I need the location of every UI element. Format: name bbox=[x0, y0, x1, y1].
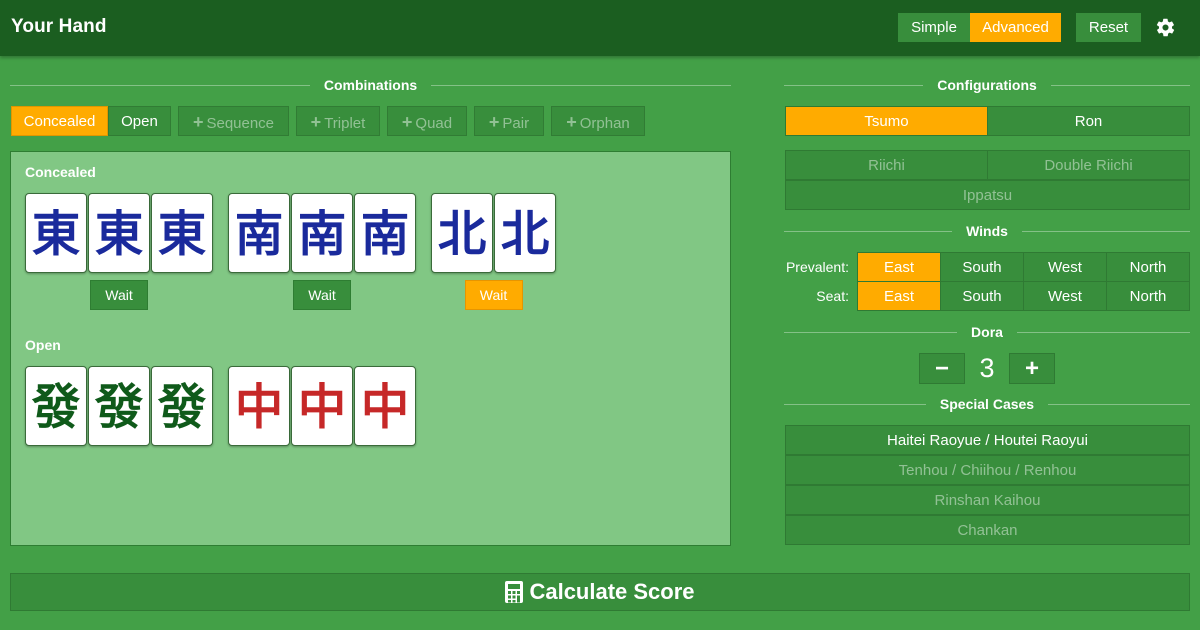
haitei-raoyue-button[interactable]: Haitei Raoyue / Houtei Raoyui bbox=[785, 425, 1190, 455]
tile-east[interactable]: 東 bbox=[151, 193, 213, 273]
add-pair-label: Pair bbox=[502, 115, 530, 132]
dora-heading-text: Dora bbox=[971, 324, 1003, 340]
tile-glyph: 發 bbox=[157, 379, 207, 435]
tile-red-dragon[interactable]: 中 bbox=[354, 366, 416, 446]
tile-east[interactable]: 東 bbox=[88, 193, 150, 273]
seat-south-button[interactable]: South bbox=[940, 281, 1024, 311]
tile-red-dragon[interactable]: 中 bbox=[228, 366, 290, 446]
seat-east-button[interactable]: East bbox=[857, 281, 941, 311]
riichi-button[interactable]: Riichi bbox=[785, 150, 988, 180]
concealed-section-label: Concealed bbox=[25, 164, 96, 180]
tile-glyph: 發 bbox=[94, 379, 144, 435]
wait-button[interactable]: Wait bbox=[464, 280, 523, 310]
special-cases-heading: Special Cases bbox=[784, 394, 1191, 414]
add-sequence-button[interactable]: + Sequence bbox=[178, 106, 289, 136]
hand-panel: Concealed Open 東東東 Wait 南南南 Wait 北北 Wait 發發發中中… bbox=[10, 151, 731, 546]
gear-icon[interactable] bbox=[1155, 17, 1176, 38]
tile-green-dragon[interactable]: 發 bbox=[151, 366, 213, 446]
tile-glyph: 北 bbox=[501, 206, 549, 262]
winds-heading: Winds bbox=[784, 221, 1190, 241]
winds-heading-text: Winds bbox=[966, 223, 1008, 239]
prevalent-east-button[interactable]: East bbox=[857, 252, 941, 282]
seat-west-button[interactable]: West bbox=[1023, 281, 1107, 311]
calculate-score-button[interactable]: Calculate Score bbox=[10, 573, 1190, 611]
ron-button[interactable]: Ron bbox=[987, 106, 1190, 136]
dora-count: 3 bbox=[979, 353, 995, 383]
rinshan-kaihou-button[interactable]: Rinshan Kaihou bbox=[785, 485, 1190, 515]
calculator-icon bbox=[505, 581, 524, 603]
concealed-toggle[interactable]: Concealed bbox=[11, 106, 108, 136]
combinations-heading: Combinations bbox=[10, 75, 731, 95]
tile-glyph: 東 bbox=[158, 206, 206, 262]
dora-increment-button[interactable]: + bbox=[1009, 353, 1055, 384]
tile-glyph: 中 bbox=[361, 379, 409, 435]
add-quad-label: Quad bbox=[415, 115, 453, 132]
configurations-heading-text: Configurations bbox=[937, 77, 1037, 93]
add-sequence-label: Sequence bbox=[206, 115, 275, 132]
plus-icon: + bbox=[310, 112, 322, 132]
prevalent-wind-label: Prevalent: bbox=[785, 259, 849, 275]
tile-glyph: 南 bbox=[298, 206, 346, 262]
prevalent-south-button[interactable]: South bbox=[940, 252, 1024, 282]
tile-glyph: 中 bbox=[235, 379, 283, 435]
add-triplet-label: Triplet bbox=[324, 115, 366, 132]
plus-icon: + bbox=[401, 112, 413, 132]
plus-icon: + bbox=[566, 112, 577, 132]
open-section-label: Open bbox=[25, 337, 61, 353]
add-quad-button[interactable]: + Quad bbox=[387, 106, 467, 136]
page-title: Your Hand bbox=[11, 16, 107, 37]
seat-wind-label: Seat: bbox=[816, 288, 849, 304]
dora-decrement-button[interactable]: − bbox=[919, 353, 965, 384]
tile-glyph: 發 bbox=[31, 379, 81, 435]
chankan-button[interactable]: Chankan bbox=[785, 515, 1190, 545]
seat-north-button[interactable]: North bbox=[1106, 281, 1190, 311]
add-orphan-label: Orphan bbox=[579, 115, 630, 132]
open-toggle[interactable]: Open bbox=[108, 106, 171, 136]
prevalent-north-button[interactable]: North bbox=[1106, 252, 1190, 282]
tile-green-dragon[interactable]: 發 bbox=[88, 366, 150, 446]
tile-glyph: 南 bbox=[235, 206, 283, 262]
reset-button[interactable]: Reset bbox=[1076, 13, 1141, 42]
tile-glyph: 東 bbox=[32, 206, 80, 262]
prevalent-west-button[interactable]: West bbox=[1023, 252, 1107, 282]
ippatsu-button[interactable]: Ippatsu bbox=[785, 180, 1190, 210]
tile-glyph: 中 bbox=[298, 379, 346, 435]
tile-north[interactable]: 北 bbox=[431, 193, 493, 273]
plus-icon: + bbox=[192, 112, 204, 132]
dora-heading: Dora bbox=[784, 322, 1190, 342]
add-pair-button[interactable]: + Pair bbox=[474, 106, 544, 136]
tile-glyph: 南 bbox=[361, 206, 409, 262]
tile-east[interactable]: 東 bbox=[25, 193, 87, 273]
tile-glyph: 北 bbox=[438, 206, 486, 262]
wait-button[interactable]: Wait bbox=[293, 280, 351, 310]
simple-mode-button[interactable]: Simple bbox=[898, 13, 970, 42]
tsumo-button[interactable]: Tsumo bbox=[785, 106, 988, 136]
app-header: Your Hand Simple Advanced Reset bbox=[0, 0, 1200, 56]
add-triplet-button[interactable]: + Triplet bbox=[296, 106, 380, 136]
wait-button[interactable]: Wait bbox=[90, 280, 148, 310]
tile-green-dragon[interactable]: 發 bbox=[25, 366, 87, 446]
tile-south[interactable]: 南 bbox=[228, 193, 290, 273]
configurations-heading: Configurations bbox=[784, 75, 1191, 95]
plus-icon: + bbox=[488, 112, 500, 132]
tile-red-dragon[interactable]: 中 bbox=[291, 366, 353, 446]
tile-south[interactable]: 南 bbox=[291, 193, 353, 273]
tile-north[interactable]: 北 bbox=[494, 193, 556, 273]
calculate-score-label: Calculate Score bbox=[529, 579, 695, 604]
tile-south[interactable]: 南 bbox=[354, 193, 416, 273]
double-riichi-button[interactable]: Double Riichi bbox=[987, 150, 1190, 180]
add-orphan-button[interactable]: + Orphan bbox=[551, 106, 645, 136]
tile-glyph: 東 bbox=[95, 206, 143, 262]
advanced-mode-button[interactable]: Advanced bbox=[970, 13, 1061, 42]
tenhou-chiihou-renhou-button[interactable]: Tenhou / Chiihou / Renhou bbox=[785, 455, 1190, 485]
combinations-heading-text: Combinations bbox=[323, 77, 418, 93]
special-cases-heading-text: Special Cases bbox=[939, 396, 1035, 412]
